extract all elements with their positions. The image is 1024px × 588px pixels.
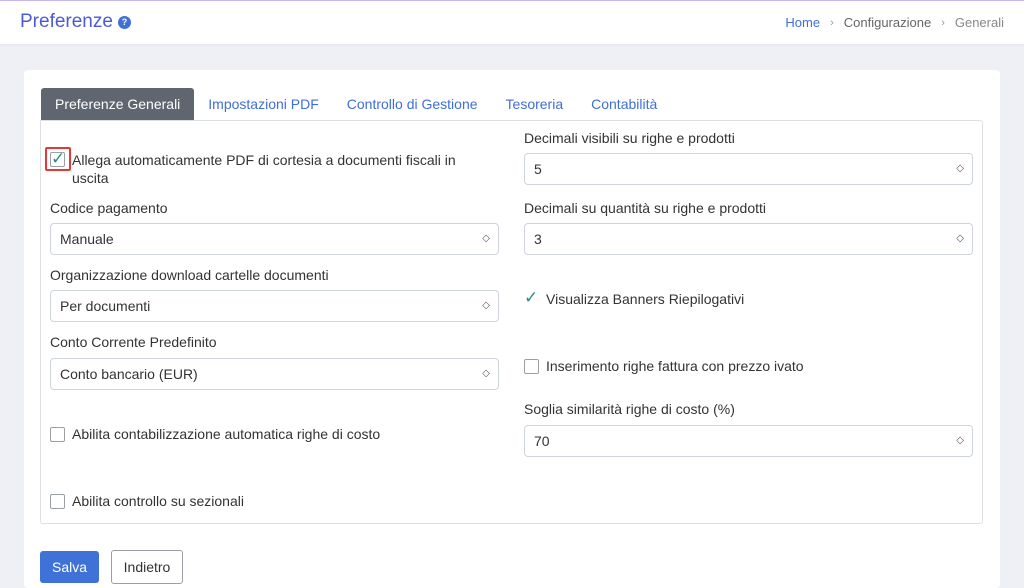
decimali-visibili-label: Decimali visibili su righe e prodotti [524, 130, 735, 146]
conto-select[interactable]: Conto bancario (EUR) ◇ [50, 358, 499, 390]
pdf-checkbox-label-line2: uscita [72, 170, 109, 186]
breadcrumb: Home › Configurazione › Generali [785, 15, 1004, 30]
page-title: Preferenze [20, 11, 113, 32]
tab-impostazioni-pdf[interactable]: Impostazioni PDF [194, 88, 332, 120]
soglia-select[interactable]: 70 ◇ [524, 425, 973, 457]
decimali-quantita-select[interactable]: 3 ◇ [524, 223, 973, 255]
prezzo-ivato-checkbox[interactable] [524, 359, 539, 374]
contabilizzazione-label: Abilita contabilizzazione automatica rig… [72, 426, 381, 442]
tab-panel-preferenze-generali: ✓ Allega automaticamente PDF di cortesia… [40, 120, 983, 524]
select-arrows-icon: ◇ [956, 435, 964, 446]
back-button[interactable]: Indietro [111, 550, 183, 584]
codice-pagamento-value: Manuale [60, 231, 114, 247]
preferences-card: Preferenze Generali Impostazioni PDF Con… [24, 70, 1000, 588]
decimali-quantita-label: Decimali su quantità su righe e prodotti [524, 200, 767, 216]
tab-bar: Preferenze Generali Impostazioni PDF Con… [41, 88, 671, 120]
tab-tesoreria[interactable]: Tesoreria [492, 88, 578, 120]
tab-contabilita[interactable]: Contabilità [577, 88, 671, 120]
pdf-checkbox-label-line1: Allega automaticamente PDF di cortesia a… [72, 152, 456, 168]
tab-controllo-gestione[interactable]: Controllo di Gestione [333, 88, 492, 120]
soglia-label: Soglia similarità righe di costo (%) [524, 401, 735, 417]
breadcrumb-home-link[interactable]: Home [785, 15, 820, 30]
top-bar: Preferenze ? Home › Configurazione › Gen… [0, 0, 1024, 44]
download-label: Organizzazione download cartelle documen… [50, 267, 329, 283]
save-button[interactable]: Salva [40, 551, 99, 583]
decimali-quantita-value: 3 [534, 231, 542, 247]
select-arrows-icon: ◇ [956, 163, 964, 174]
check-icon: ✓ [51, 149, 66, 168]
check-icon: ✓ [524, 288, 539, 307]
codice-pagamento-select[interactable]: Manuale ◇ [50, 223, 499, 255]
breadcrumb-current: Generali [954, 15, 1004, 30]
codice-pagamento-label: Codice pagamento [50, 200, 168, 216]
chevron-right-icon: › [941, 16, 945, 29]
select-arrows-icon: ◇ [482, 368, 490, 379]
banners-label: Visualizza Banners Riepilogativi [546, 291, 745, 307]
sezionali-label: Abilita controllo su sezionali [72, 493, 244, 509]
conto-label: Conto Corrente Predefinito [50, 334, 217, 350]
decimali-visibili-value: 5 [534, 161, 542, 177]
select-arrows-icon: ◇ [482, 233, 490, 244]
contabilizzazione-checkbox[interactable] [50, 427, 65, 442]
chevron-right-icon: › [830, 16, 834, 29]
prezzo-ivato-label: Inserimento righe fattura con prezzo iva… [546, 358, 804, 374]
download-value: Per documenti [60, 298, 151, 314]
select-arrows-icon: ◇ [956, 233, 964, 244]
banners-checkbox[interactable]: ✓ [524, 288, 539, 307]
pdf-checkbox[interactable]: ✓ [50, 149, 66, 168]
conto-value: Conto bancario (EUR) [60, 366, 198, 382]
soglia-value: 70 [534, 433, 550, 449]
decimali-visibili-select[interactable]: 5 ◇ [524, 153, 973, 185]
sezionali-checkbox[interactable] [50, 494, 65, 509]
help-icon[interactable]: ? [118, 16, 131, 29]
download-select[interactable]: Per documenti ◇ [50, 290, 499, 322]
breadcrumb-configurazione[interactable]: Configurazione [844, 15, 931, 30]
select-arrows-icon: ◇ [482, 300, 490, 311]
tab-preferenze-generali[interactable]: Preferenze Generali [41, 88, 195, 120]
